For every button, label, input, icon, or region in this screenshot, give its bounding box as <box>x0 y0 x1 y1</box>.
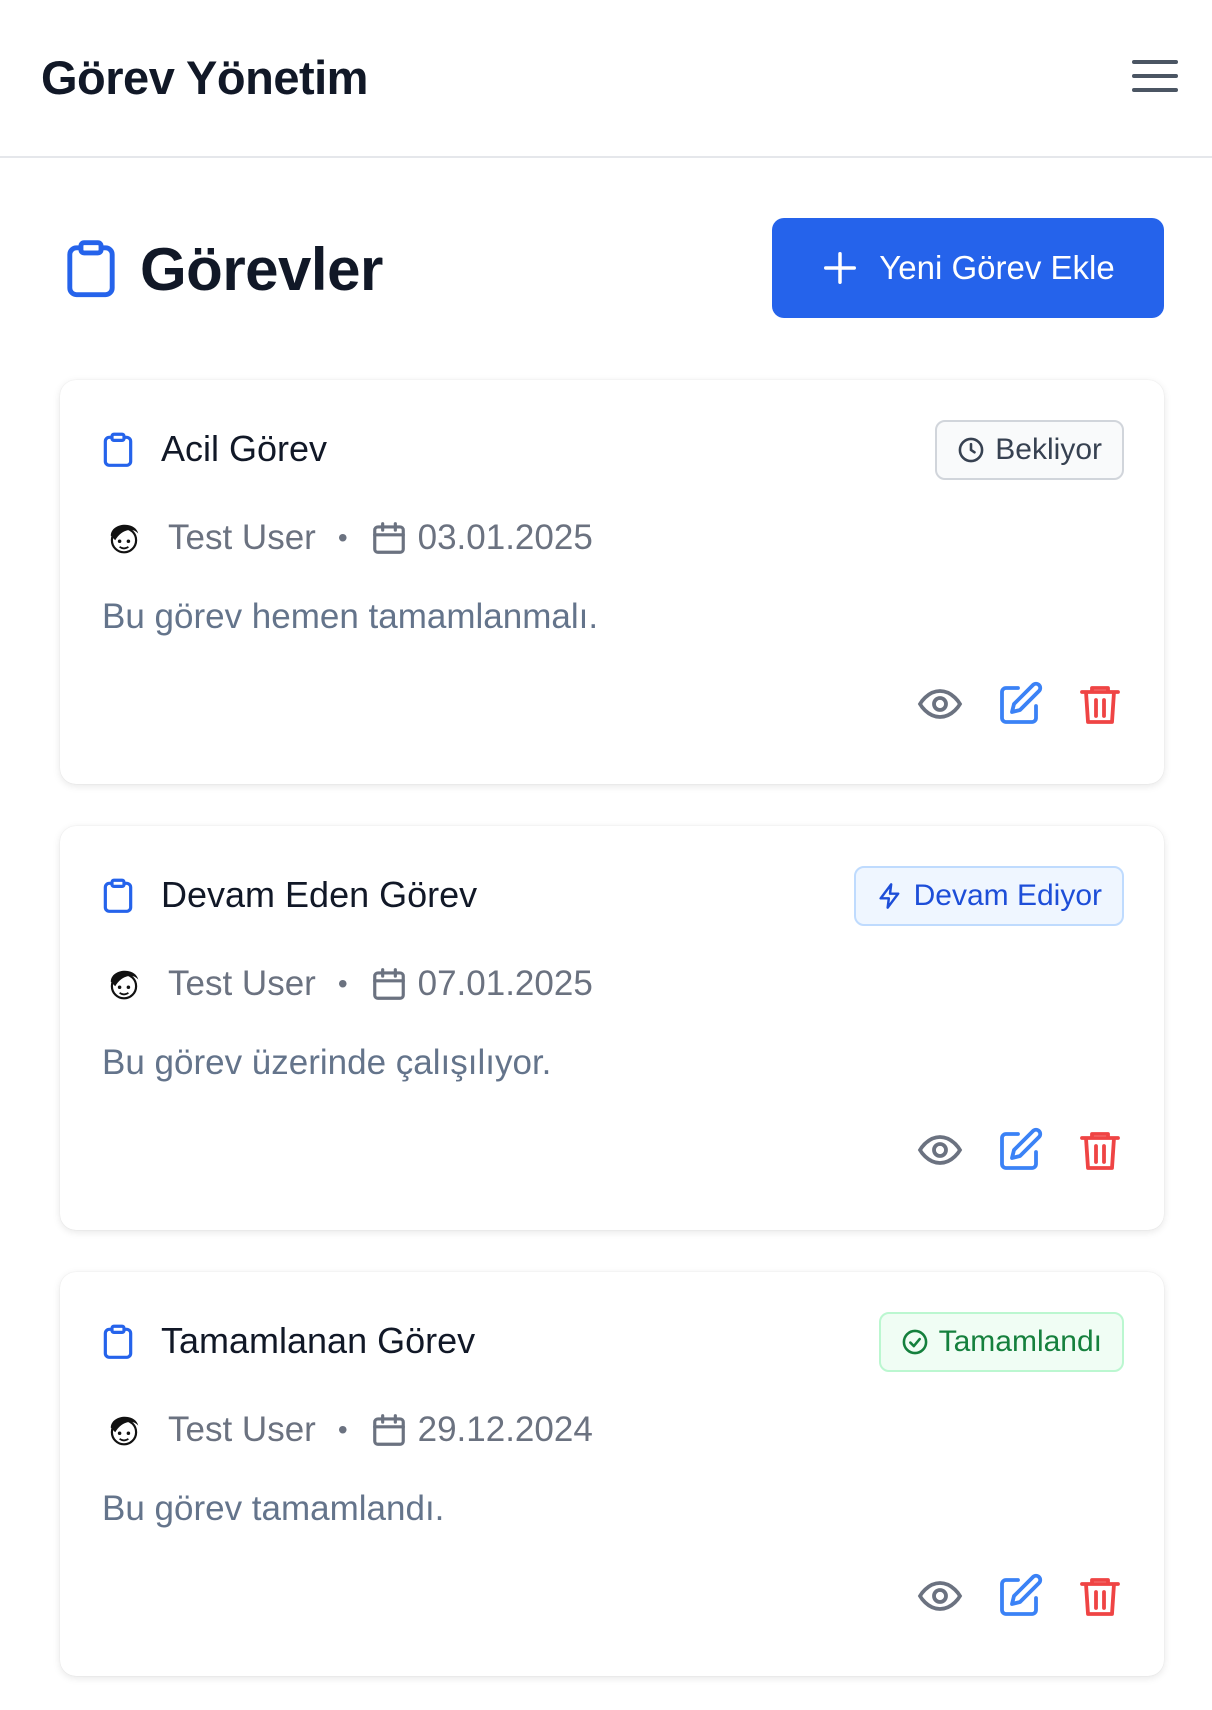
task-actions <box>916 680 1124 728</box>
calendar-icon <box>372 968 405 1000</box>
hamburger-menu-icon <box>1132 60 1178 92</box>
task-date: 03.01.2025 <box>417 518 593 557</box>
task-meta: Test User • 03.01.2025 <box>102 516 593 560</box>
task-assignee: Test User <box>168 964 316 1003</box>
task-description: Bu görev tamamlandı. <box>102 1489 445 1528</box>
status-badge-label: Devam Ediyor <box>913 879 1102 912</box>
top-navbar: Görev Yönetim <box>0 0 1212 158</box>
trash-icon <box>1080 1132 1120 1170</box>
delete-task-button[interactable] <box>1076 1572 1124 1620</box>
task-card: Devam Eden Görev Devam Ediyor Test User … <box>60 826 1164 1230</box>
task-actions <box>916 1572 1124 1620</box>
edit-task-button[interactable] <box>996 1126 1044 1174</box>
clipboard-icon <box>67 240 115 298</box>
status-badge: Tamamlandı <box>878 1312 1124 1372</box>
calendar-icon <box>372 1414 405 1446</box>
eye-icon <box>917 689 963 719</box>
meta-separator: • <box>337 522 348 553</box>
status-badge: Devam Ediyor <box>853 866 1124 926</box>
edit-task-button[interactable] <box>996 680 1044 728</box>
task-description: Bu görev üzerinde çalışılıyor. <box>102 1043 552 1082</box>
status-badge-label: Tamamlandı <box>938 1325 1102 1358</box>
trash-icon <box>1080 686 1120 724</box>
view-task-button[interactable] <box>916 680 964 728</box>
delete-task-button[interactable] <box>1076 680 1124 728</box>
clipboard-icon <box>103 432 133 467</box>
avatar <box>110 1416 139 1446</box>
clipboard-icon <box>103 1324 133 1359</box>
meta-separator: • <box>337 1414 348 1445</box>
add-task-button-label: Yeni Görev Ekle <box>879 249 1115 286</box>
task-assignee: Test User <box>168 518 316 557</box>
view-task-button[interactable] <box>916 1126 964 1174</box>
task-meta: Test User • 07.01.2025 <box>102 962 593 1006</box>
trash-icon <box>1080 1578 1120 1616</box>
clipboard-icon <box>103 878 133 913</box>
eye-icon <box>917 1135 963 1165</box>
task-card: Acil Görev Bekliyor Test User • 03.01.20… <box>60 380 1164 784</box>
status-badge: Bekliyor <box>935 420 1124 480</box>
app-title: Görev Yönetim <box>41 51 368 104</box>
task-date: 29.12.2024 <box>417 1410 593 1449</box>
edit-icon <box>1000 1573 1043 1616</box>
clock-icon <box>958 437 984 463</box>
avatar <box>110 970 139 1000</box>
task-description: Bu görev hemen tamamlanmalı. <box>102 597 599 636</box>
task-title: Devam Eden Görev <box>161 874 478 915</box>
task-card: Tamamlanan Görev Tamamlandı Test User • … <box>60 1272 1164 1676</box>
avatar <box>110 524 139 554</box>
view-task-button[interactable] <box>916 1572 964 1620</box>
edit-icon <box>1000 1127 1043 1170</box>
task-assignee: Test User <box>168 1410 316 1449</box>
meta-separator: • <box>337 968 348 999</box>
edit-icon <box>1000 681 1043 724</box>
plus-icon <box>824 252 857 284</box>
task-date: 07.01.2025 <box>417 964 593 1003</box>
delete-task-button[interactable] <box>1076 1126 1124 1174</box>
task-meta: Test User • 29.12.2024 <box>102 1408 593 1452</box>
lightning-icon <box>879 883 899 909</box>
edit-task-button[interactable] <box>996 1572 1044 1620</box>
task-actions <box>916 1126 1124 1174</box>
add-task-button[interactable]: Yeni Görev Ekle <box>772 218 1164 318</box>
calendar-icon <box>372 522 405 554</box>
task-title: Acil Görev <box>161 428 328 469</box>
check-circle-icon <box>902 1329 927 1355</box>
hamburger-menu-button[interactable] <box>1126 52 1184 100</box>
page-title: Görevler <box>140 236 383 303</box>
task-title: Tamamlanan Görev <box>161 1320 476 1361</box>
eye-icon <box>917 1581 963 1611</box>
status-badge-label: Bekliyor <box>995 433 1102 466</box>
